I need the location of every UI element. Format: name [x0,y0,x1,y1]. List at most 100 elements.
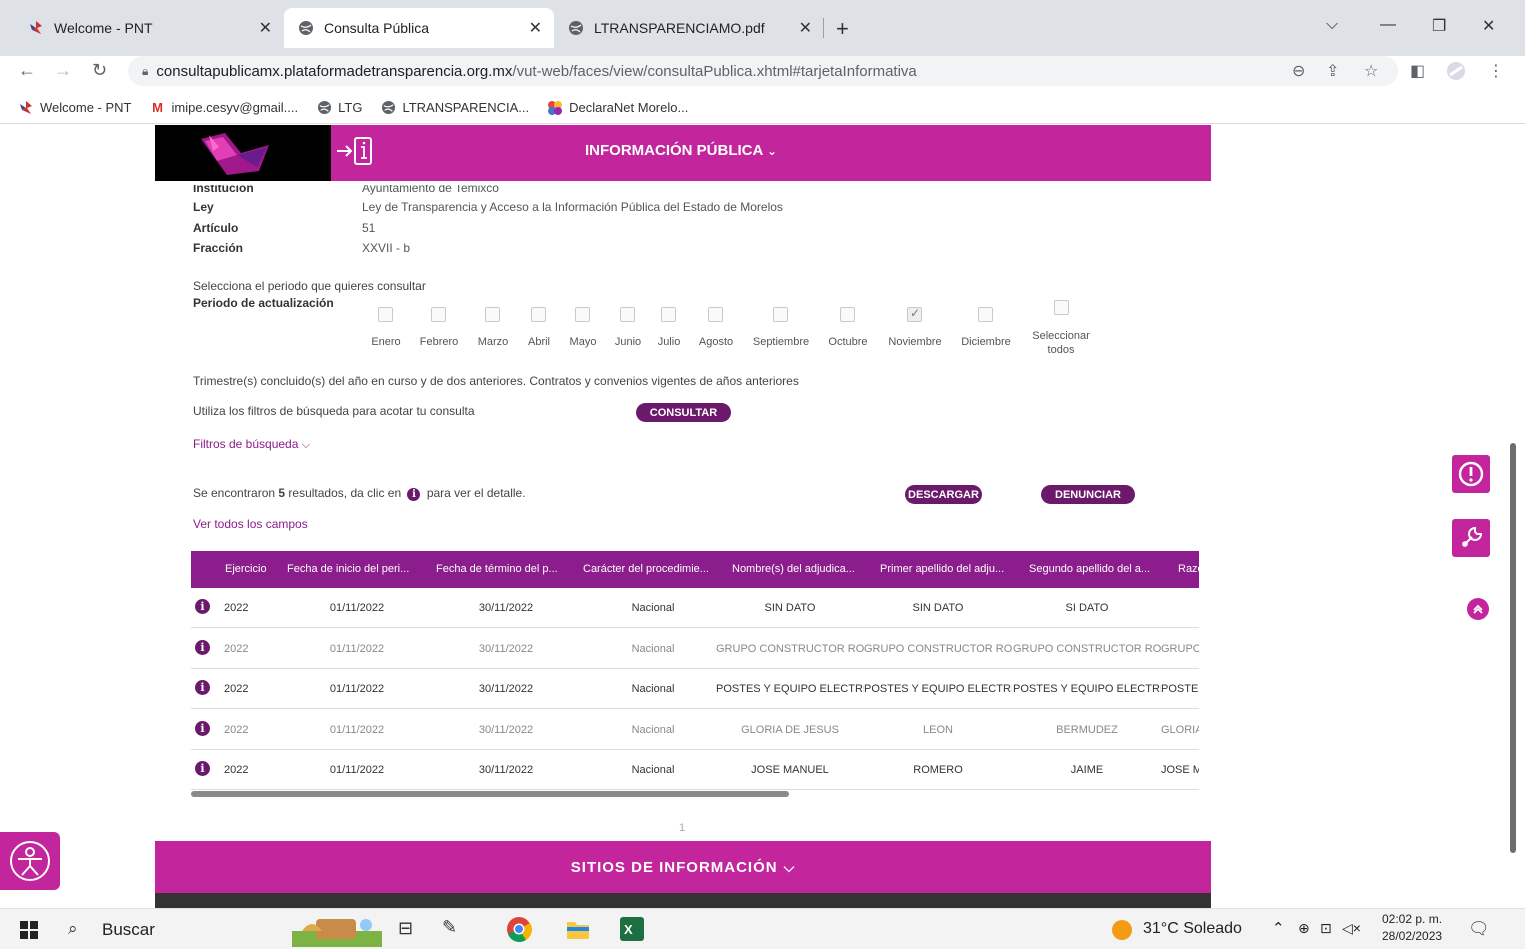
tools-button[interactable] [1452,519,1490,557]
month-checkbox[interactable] [378,307,393,322]
star-icon[interactable]: ☆ [1364,61,1378,81]
sitios-informacion-menu[interactable]: SITIOS DE INFORMACIÓN ⌵ [155,841,1211,893]
info-icon[interactable]: i [195,720,210,736]
profile-avatar-icon[interactable] [1446,61,1466,86]
bookmark-welcome-pnt[interactable]: Welcome - PNT [18,100,132,116]
network-icon[interactable]: ⊡ [1320,920,1332,937]
paint-icon[interactable]: ✎ [442,917,457,938]
taskbar-search[interactable]: Buscar [102,920,155,940]
chevron-down-icon: ⌄ [766,144,778,158]
clock[interactable]: 02:02 p. m. 28/02/2023 [1382,911,1442,945]
month-checkbox[interactable] [575,307,590,322]
address-bar[interactable]: 🔒︎ consultapublicamx.plataformadetranspa… [128,56,1398,86]
column-header[interactable]: Razo [1178,563,1199,575]
share-icon[interactable]: ⇪ [1326,61,1339,81]
tab-welcome-pnt[interactable]: Welcome - PNT ✕ [14,8,284,48]
month-checkbox[interactable] [485,307,500,322]
page-number[interactable]: 1 [679,822,685,834]
month-checkbox[interactable] [531,307,546,322]
column-header[interactable]: Segundo apellido del a... [1029,563,1169,575]
info-icon[interactable]: i [195,599,210,614]
reload-icon[interactable]: ↻ [92,60,107,81]
table-cell: BERMUDEZ [1056,723,1118,736]
alert-button[interactable] [1452,455,1490,493]
close-window-icon[interactable]: ✕ [1482,16,1495,36]
login-icon[interactable] [335,135,375,172]
month-checkbox[interactable] [661,307,676,322]
month-checkbox[interactable] [840,307,855,322]
vertical-scrollbar[interactable] [1510,443,1516,853]
pnt-logo[interactable] [155,125,331,181]
zoom-icon[interactable]: ⊖ [1292,61,1305,81]
bookmark-label: LTG [338,100,363,115]
scroll-to-top-button[interactable] [1467,598,1489,620]
table-cell: Nacional [631,642,675,655]
bookmark-ltg[interactable]: LTG [316,100,362,116]
accessibility-button[interactable] [0,832,60,890]
excel-icon[interactable]: X [620,917,644,941]
info-icon[interactable]: i [195,680,210,695]
chrome-icon[interactable] [506,916,532,942]
bookmark-ltransparencia[interactable]: LTRANSPARENCIA... [380,100,529,116]
select-all-checkbox[interactable] [1054,300,1069,315]
svg-text:X: X [624,922,633,937]
search-icon[interactable]: ⌕ [68,919,78,939]
weather-sun-icon [1110,918,1134,942]
month-checkbox[interactable] [431,307,446,322]
forward-icon[interactable]: → [54,60,72,81]
info-icon[interactable]: i [195,761,210,776]
restore-icon[interactable]: ❐ [1432,16,1446,36]
tab-consulta-publica[interactable]: Consulta Pública ✕ [284,8,554,48]
ver-todos-campos-link[interactable]: Ver todos los campos [193,517,308,531]
denunciar-button[interactable]: DENUNCIAR [1041,485,1135,504]
month-checkbox[interactable] [773,307,788,322]
column-header[interactable]: Ejercicio [225,563,267,575]
column-header[interactable]: Fecha de inicio del peri... [287,563,427,575]
footer [155,893,1211,908]
windows-start-icon[interactable] [20,921,38,939]
column-header[interactable]: Fecha de término del p... [436,563,576,575]
consultar-button[interactable]: CONSULTAR [636,403,731,422]
scrollbar-thumb[interactable] [191,791,789,797]
back-icon[interactable]: ← [18,60,36,81]
volume-muted-icon[interactable]: ◁× [1342,920,1361,937]
month-checkbox[interactable]: ✓ [907,306,922,322]
horizontal-scrollbar[interactable] [191,791,1199,797]
tab-ltransparencia-pdf[interactable]: LTRANSPARENCIAMO.pdf ✕ [554,8,824,48]
close-tab-icon[interactable]: ✕ [529,18,542,38]
info-icon[interactable]: i [195,639,210,655]
weather-text[interactable]: 31°C Soleado [1143,920,1242,938]
page-content: INFORMACIÓN PÚBLICA ⌄ Institución Ayunta… [0,125,1525,908]
table-cell: GRUPO CONSTRUCTOR ROL... [716,642,864,655]
table-cell: 01/11/2022 [329,683,385,695]
url-host: consultapublicamx.plataformadetransparen… [156,62,513,80]
column-header[interactable]: Primer apellido del adju... [880,563,1020,575]
minimize-icon[interactable]: — [1380,16,1396,34]
search-highlight-icon[interactable] [292,911,382,947]
month-checkbox[interactable] [978,307,993,322]
column-header[interactable]: Carácter del procedimie... [583,563,723,575]
tab-label: Consulta Pública [324,20,430,36]
menu-dots-icon[interactable]: ⋮ [1488,61,1504,81]
task-view-icon[interactable]: ⊟ [398,918,413,939]
meet-icon[interactable]: ⊕ [1298,920,1310,937]
close-tab-icon[interactable]: ✕ [799,18,812,38]
table-header: Ejercicio Fecha de inicio del peri... Fe… [191,551,1199,588]
bookmark-gmail[interactable]: M imipe.cesyv@gmail.... [150,100,299,116]
side-panel-icon[interactable]: ◧ [1410,61,1425,81]
chevron-down-icon[interactable]: ⌵ [1326,16,1338,34]
close-tab-icon[interactable]: ✕ [259,18,272,38]
descargar-button[interactable]: DESCARGAR [905,485,982,504]
tray-chevron-icon[interactable]: ⌃ [1272,919,1285,937]
bookmark-label: imipe.cesyv@gmail.... [171,100,299,115]
filtros-busqueda-link[interactable]: Filtros de búsqueda ⌵ [193,437,310,452]
bookmark-declaranet[interactable]: DeclaraNet Morelo... [547,100,688,116]
column-header[interactable]: Nombre(s) del adjudica... [732,563,872,575]
month-checkbox[interactable] [708,307,723,322]
info-icon: i [407,488,421,501]
month-checkbox[interactable] [620,307,635,322]
new-tab-icon[interactable]: + [836,16,849,42]
informacion-publica-menu[interactable]: INFORMACIÓN PÚBLICA ⌄ [585,142,777,159]
notifications-icon[interactable]: 🗨︎ [1468,919,1490,939]
file-explorer-icon[interactable] [566,918,590,940]
